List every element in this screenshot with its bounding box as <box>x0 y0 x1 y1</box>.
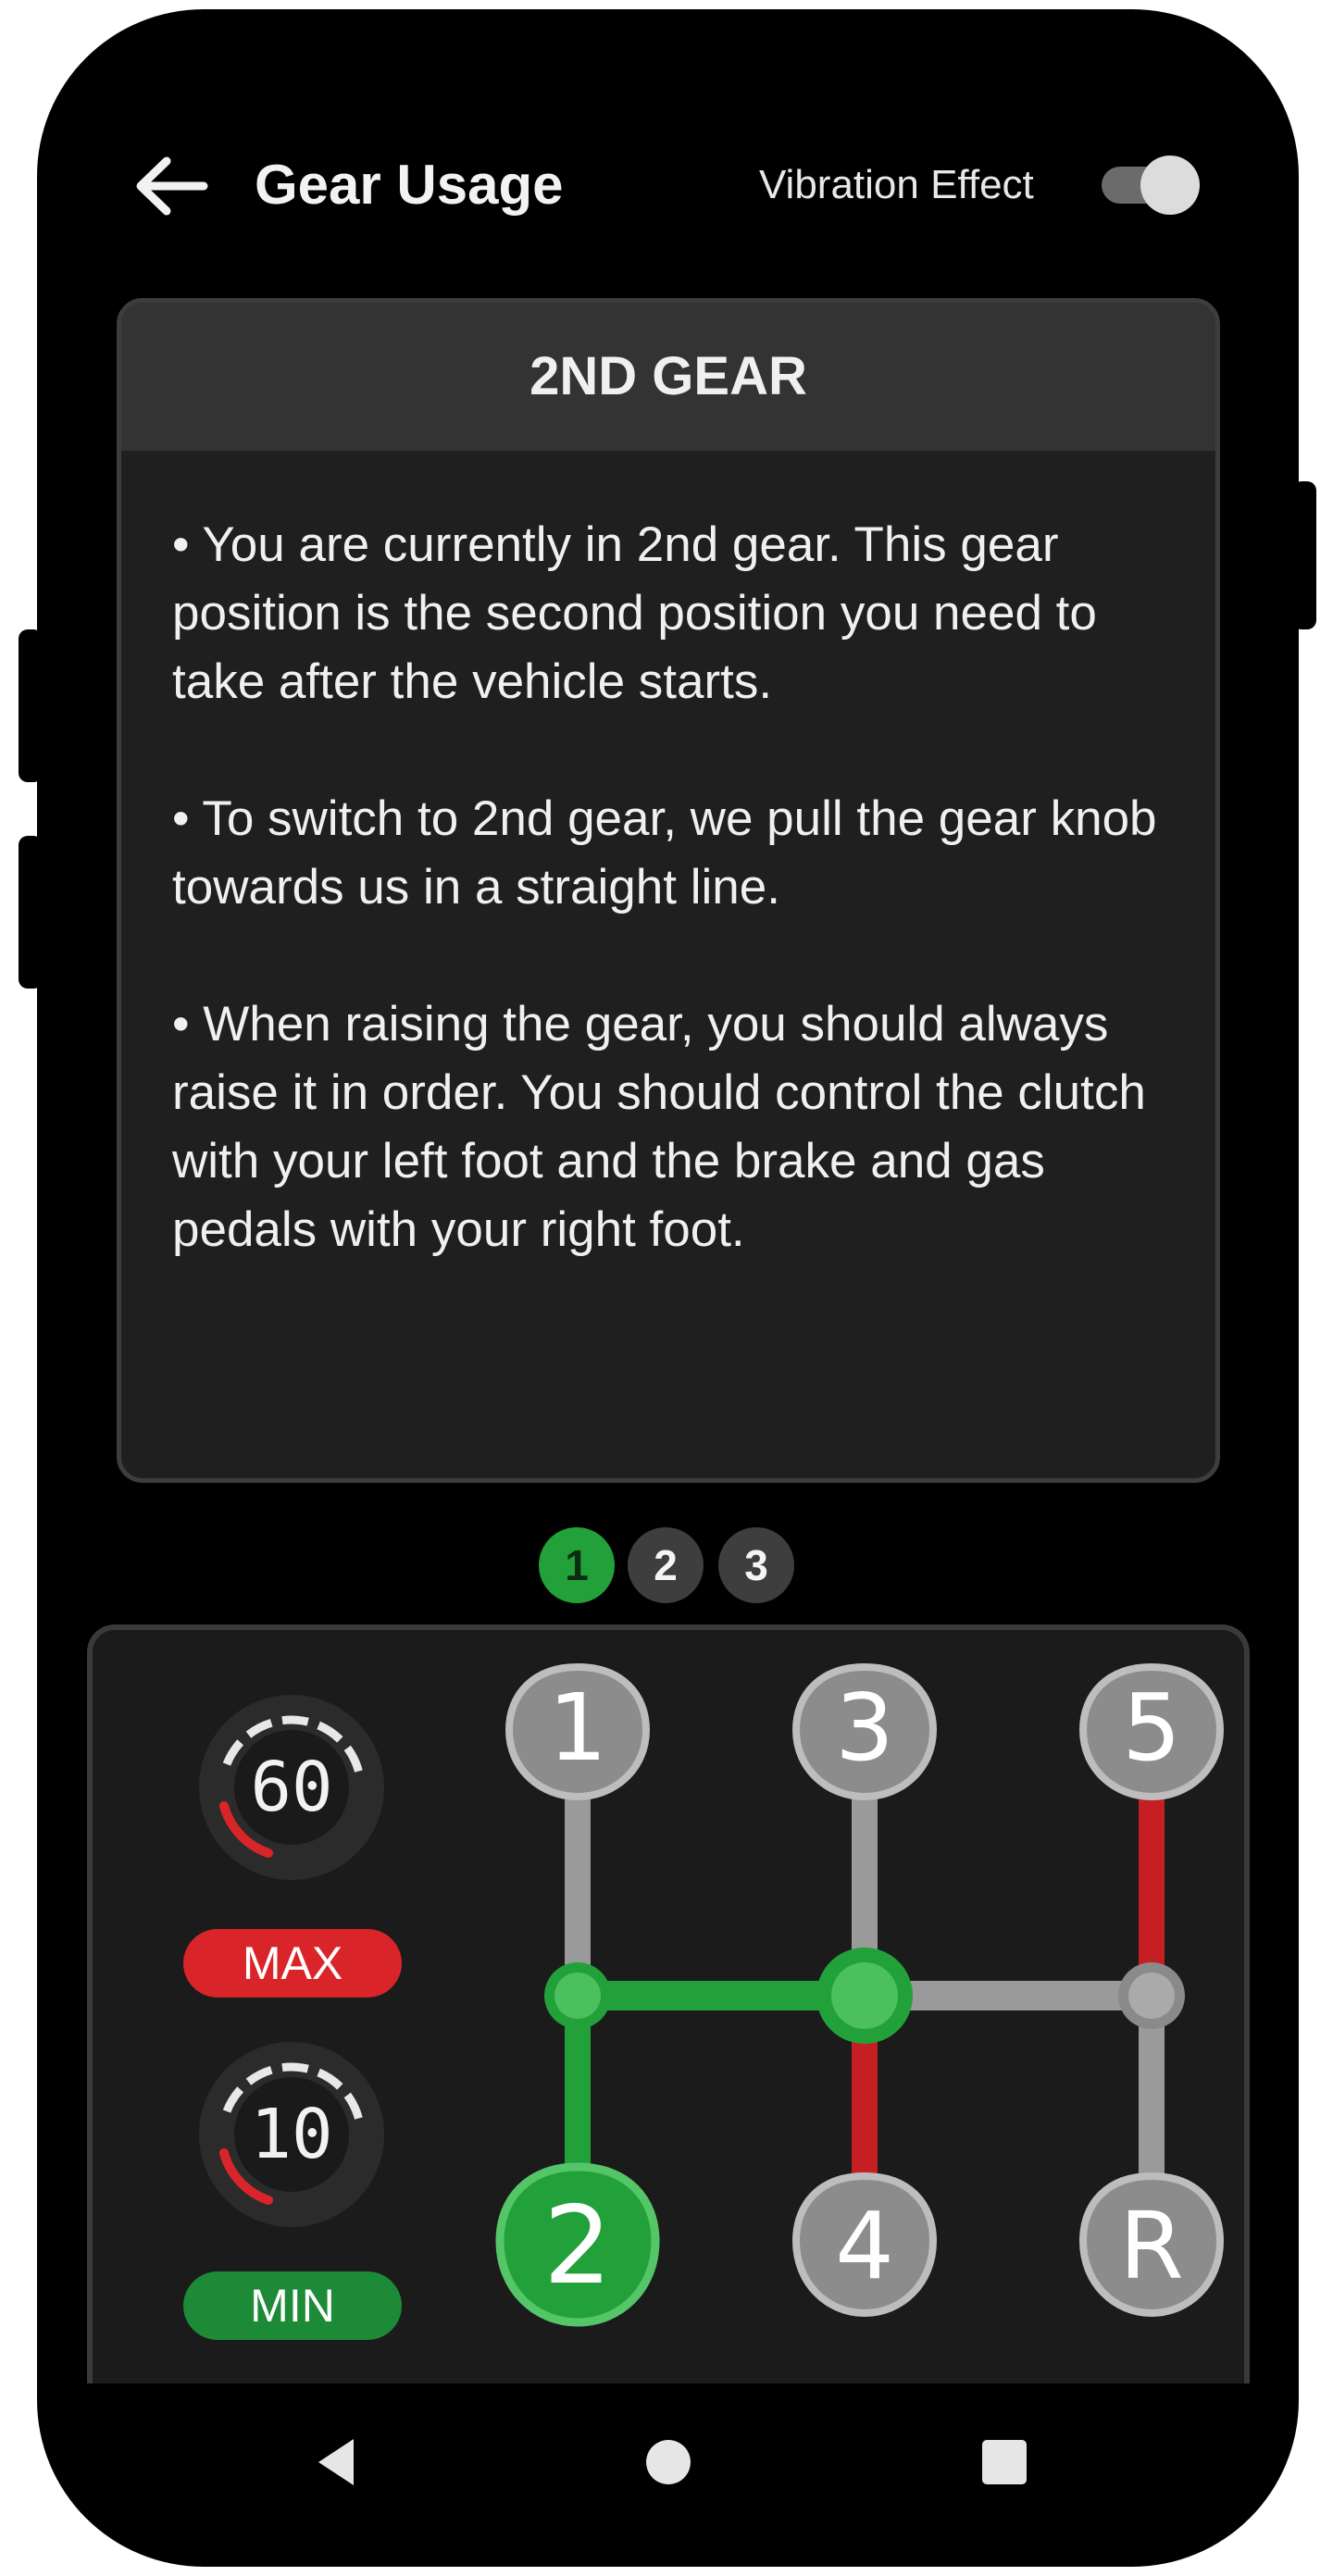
page-dot-2[interactable]: 2 <box>628 1527 704 1603</box>
max-speed-value: 60 <box>250 1748 332 1827</box>
gear-label-2: 2 <box>543 2184 612 2308</box>
gear-label-r: R <box>1119 2192 1183 2300</box>
info-paragraph: • To switch to 2nd gear, we pull the gea… <box>172 791 1157 915</box>
page-title: Gear Usage <box>255 154 564 216</box>
card-header: 2ND GEAR <box>121 303 1215 451</box>
gear-knob-5[interactable]: 5 <box>1078 1662 1225 1801</box>
joint-middle-center <box>831 1962 898 2029</box>
nav-back-triangle-icon <box>318 2439 354 2485</box>
toggle-knob <box>1140 156 1200 215</box>
shifter-panel: 60 MAX 10 MIN 1 3 5 2 4 R <box>87 1624 1250 2383</box>
gear-label-1: 1 <box>548 1674 607 1782</box>
nav-recents-square-icon <box>982 2440 1027 2484</box>
nav-home-circle-icon <box>646 2440 691 2484</box>
joint-left-center <box>554 1972 601 2019</box>
arrow-left-icon <box>136 156 208 216</box>
vibration-effect-toggle[interactable] <box>1102 150 1203 220</box>
app-header: Gear Usage Vibration Effect <box>37 111 1299 250</box>
min-speed-gauge: 10 <box>199 2042 384 2227</box>
gear-knob-1[interactable]: 1 <box>505 1662 651 1801</box>
nav-home-button[interactable] <box>636 2430 701 2495</box>
gear-label-4: 4 <box>835 2192 894 2300</box>
gear-knob-4[interactable]: 4 <box>791 2172 938 2318</box>
page-dot-3[interactable]: 3 <box>718 1527 794 1603</box>
card-body: • You are currently in 2nd gear. This ge… <box>172 511 1181 1333</box>
min-speed-value: 10 <box>250 2095 332 2174</box>
gear-info-card: 2ND GEAR • You are currently in 2nd gear… <box>117 298 1220 1483</box>
gear-knob-3[interactable]: 3 <box>791 1662 938 1801</box>
max-badge: MAX <box>183 1929 402 1997</box>
gear-knob-2[interactable]: 2 <box>495 2162 660 2327</box>
nav-recents-button[interactable] <box>972 2430 1037 2495</box>
info-paragraph: • You are currently in 2nd gear. This ge… <box>172 517 1097 709</box>
app-screen: Gear Usage Vibration Effect 2ND GEAR • Y… <box>37 9 1299 2567</box>
vibration-effect-label: Vibration Effect <box>759 162 1034 207</box>
nav-back-button[interactable] <box>305 2430 370 2495</box>
back-button[interactable] <box>130 144 213 228</box>
info-paragraph: • When raising the gear, you should alwa… <box>172 997 1146 1257</box>
card-title: 2ND GEAR <box>529 346 807 406</box>
gear-label-5: 5 <box>1122 1674 1181 1782</box>
gear-label-3: 3 <box>835 1674 894 1782</box>
joint-right-center <box>1128 1972 1175 2019</box>
page-indicator: 1 2 3 <box>539 1527 816 1611</box>
max-speed-gauge: 60 <box>199 1695 384 1880</box>
gear-knob-r[interactable]: R <box>1078 2172 1225 2318</box>
gear-shift-diagram: 1 3 5 2 4 R <box>495 1662 1225 2327</box>
system-nav-bar <box>37 2397 1299 2527</box>
min-badge: MIN <box>183 2271 402 2340</box>
page-dot-1[interactable]: 1 <box>539 1527 615 1603</box>
